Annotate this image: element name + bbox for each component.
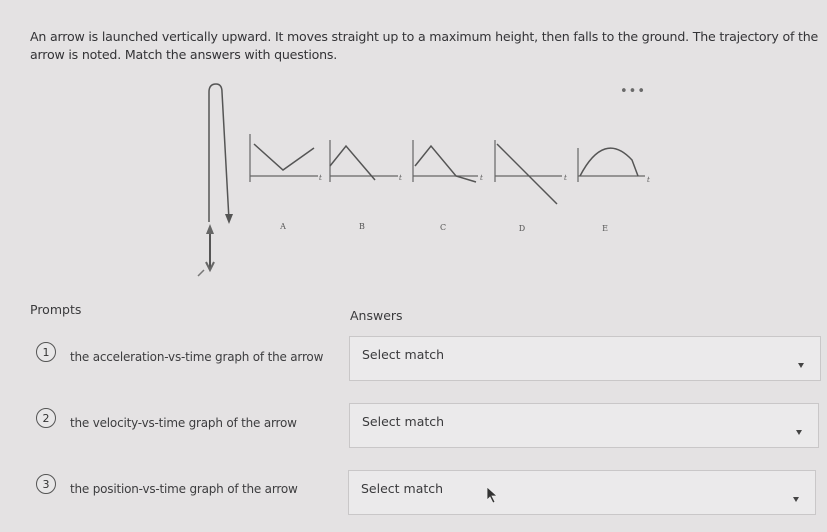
arrow-icon	[197, 224, 215, 277]
prompt-row-1: 1 the acceleration-vs-time graph of the …	[36, 332, 323, 372]
graph-b-t-label: t	[399, 174, 402, 182]
graph-e-t-label: t	[647, 176, 650, 184]
graph-letter-b: B	[359, 222, 365, 231]
select-placeholder: Select match	[362, 347, 445, 362]
graph-e	[577, 147, 645, 182]
prompt-number-badge: 1	[36, 342, 56, 362]
trajectory-arrowhead	[225, 214, 233, 224]
select-placeholder: Select match	[362, 414, 445, 429]
dropdown-caret-icon	[796, 430, 802, 435]
dropdown-caret-icon	[793, 497, 799, 502]
prompt-text: the acceleration-vs-time graph of the ar…	[70, 350, 324, 364]
answer-select-3[interactable]: Select match	[348, 470, 816, 515]
prompt-row-2: 2 the velocity-vs-time graph of the arro…	[36, 398, 297, 438]
prompt-number-badge: 3	[36, 474, 56, 494]
dropdown-caret-icon	[798, 363, 804, 368]
answers-header: Answers	[350, 308, 403, 323]
graph-a-t-label: t	[319, 174, 322, 182]
graph-letter-e: E	[602, 224, 608, 233]
trajectory-figure: t t t t t	[197, 83, 650, 277]
graph-c	[412, 140, 478, 183]
mouse-cursor-icon	[486, 486, 499, 504]
graph-d-t-label: t	[564, 174, 567, 182]
prompt-number-badge: 2	[36, 408, 56, 428]
prompt-text: the position-vs-time graph of the arrow	[70, 482, 298, 496]
prompt-row-3: 3 the position-vs-time graph of the arro…	[36, 464, 298, 504]
select-placeholder: Select match	[361, 481, 444, 496]
graph-b	[329, 140, 398, 182]
prompt-text: the velocity-vs-time graph of the arrow	[70, 416, 297, 430]
answer-select-1[interactable]: Select match	[349, 336, 821, 381]
graph-letter-d: D	[518, 224, 526, 233]
graph-letter-a: A	[280, 222, 286, 231]
graph-d	[494, 140, 562, 205]
prompts-header: Prompts	[30, 302, 82, 317]
graph-letter-c: C	[439, 223, 447, 232]
graph-c-t-label: t	[480, 174, 483, 182]
graph-a	[249, 134, 318, 182]
arrow-trajectory	[208, 83, 230, 222]
answer-select-2[interactable]: Select match	[349, 403, 819, 448]
